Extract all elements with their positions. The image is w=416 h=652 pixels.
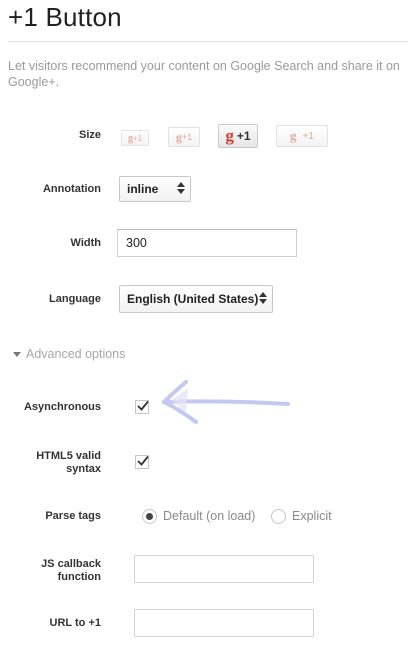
google-g-icon: g xyxy=(225,126,234,145)
js-callback-label-line2: function xyxy=(57,571,101,583)
intro-text: Let visitors recommend your content on G… xyxy=(8,59,400,89)
annotation-arrow-icon xyxy=(162,380,290,424)
size-standard-text: +1 xyxy=(236,129,251,143)
checkmark-icon xyxy=(137,455,149,466)
js-callback-label-line1: JS callback xyxy=(41,558,101,570)
google-g-icon: g xyxy=(290,128,297,143)
parse-tags-default-radio[interactable] xyxy=(142,509,157,524)
language-value: English (United States) xyxy=(127,292,259,306)
advanced-options-label: Advanced options xyxy=(26,347,126,361)
js-callback-input[interactable] xyxy=(134,555,314,583)
asynchronous-label: Asynchronous xyxy=(23,401,101,413)
language-label: Language xyxy=(49,293,101,305)
caret-down-icon xyxy=(13,351,21,357)
asynchronous-checkbox[interactable] xyxy=(135,400,149,414)
size-tall-button[interactable]: g +1 xyxy=(276,125,328,147)
html5-label: HTML5 valid syntax xyxy=(0,450,101,476)
plusone-config-page: +1 Button Let visitors recommend your co… xyxy=(0,0,416,652)
size-standard-button[interactable]: g +1 xyxy=(218,124,258,148)
size-medium-text: +1 xyxy=(181,132,193,142)
size-small-button[interactable]: g +1 xyxy=(121,130,149,146)
html5-label-line2: syntax xyxy=(66,463,101,475)
select-arrows-icon xyxy=(259,292,267,304)
url-input[interactable] xyxy=(134,609,314,637)
title-divider xyxy=(8,41,408,42)
size-label: Size xyxy=(78,129,101,141)
language-select[interactable]: English (United States) xyxy=(119,285,273,313)
size-small-text: +1 xyxy=(132,133,143,143)
parse-tags-label: Parse tags xyxy=(45,510,101,522)
checkmark-icon xyxy=(137,400,149,411)
width-input[interactable] xyxy=(117,229,297,257)
select-arrows-icon xyxy=(177,182,185,194)
size-medium-button[interactable]: g +1 xyxy=(168,127,200,147)
html5-checkbox[interactable] xyxy=(135,455,149,469)
html5-label-line1: HTML5 valid xyxy=(36,450,101,462)
annotation-select[interactable]: inline xyxy=(119,176,191,202)
width-label: Width xyxy=(70,237,101,249)
annotation-value: inline xyxy=(127,182,159,196)
parse-tags-default-label: Default (on load) xyxy=(163,509,256,523)
page-title: +1 Button xyxy=(8,2,122,32)
parse-tags-explicit-label: Explicit xyxy=(292,509,332,523)
size-tall-text: +1 xyxy=(302,130,314,142)
parse-tags-explicit-radio[interactable] xyxy=(271,509,286,524)
annotation-label: Annotation xyxy=(42,183,101,195)
js-callback-label: JS callback function xyxy=(0,558,101,584)
url-label: URL to +1 xyxy=(49,617,101,629)
advanced-options-toggle[interactable]: Advanced options xyxy=(13,347,125,361)
